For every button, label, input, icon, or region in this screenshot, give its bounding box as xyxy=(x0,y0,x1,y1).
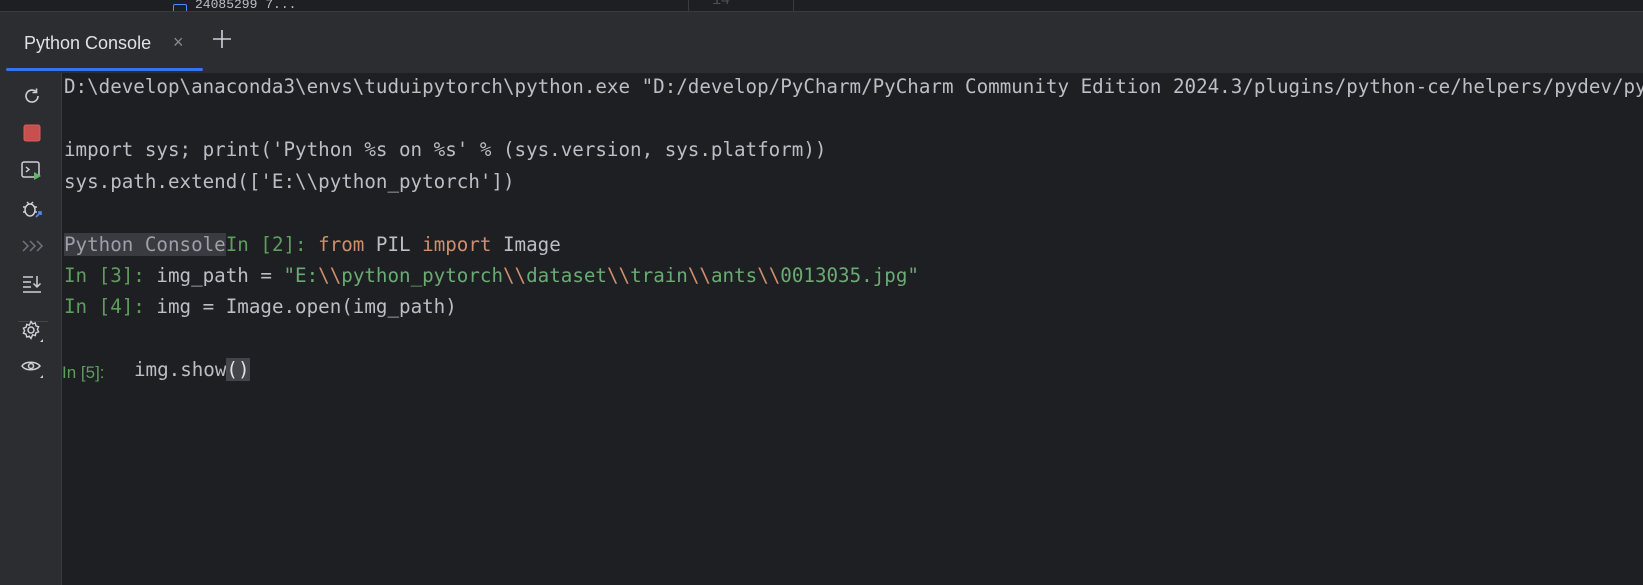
escape-seq: \\ xyxy=(687,264,711,287)
keyword-import: import xyxy=(422,233,492,256)
console-line-import-sys: import sys; print('Python %s on %s' % (s… xyxy=(64,138,827,161)
console-output[interactable]: D:\develop\anaconda3\envs\tuduipytorch\p… xyxy=(62,73,1643,585)
string-part: "E: xyxy=(283,264,319,287)
tool-window-tab-bar: Python Console × xyxy=(0,11,1643,73)
prompt-in4: In [4]: xyxy=(64,295,157,318)
prompt-in2: In [2]: xyxy=(225,233,319,256)
input-prompt: In [5]: xyxy=(62,363,105,382)
active-tab-indicator xyxy=(6,68,203,71)
escape-seq: \\ xyxy=(318,264,342,287)
string-part: 0013035.jpg" xyxy=(780,264,919,287)
variables-view-icon[interactable] xyxy=(18,353,46,381)
close-tab-icon[interactable]: × xyxy=(173,32,184,53)
line-number: 14 xyxy=(712,0,731,9)
tab-label: Python Console xyxy=(24,33,152,53)
execute-history-icon[interactable] xyxy=(18,232,46,260)
escape-seq: \\ xyxy=(757,264,781,287)
string-part: ants xyxy=(710,264,758,287)
matched-parens: () xyxy=(226,358,250,381)
console-line-in2: Python ConsoleIn [2]: from PIL import Im… xyxy=(64,232,561,258)
escape-seq: \\ xyxy=(606,264,631,287)
module-name: PIL xyxy=(364,233,423,256)
string-part: train xyxy=(630,264,688,287)
console-line-in3: In [3]: img_path = "E:\\python_pytorch\\… xyxy=(64,263,919,289)
console-toolbar xyxy=(0,73,62,585)
rerun-icon[interactable] xyxy=(18,82,46,110)
console-line-command: D:\develop\anaconda3\envs\tuduipytorch\p… xyxy=(64,75,1643,98)
new-console-icon[interactable] xyxy=(18,157,46,185)
editor-top-strip: 24085299 7... 14 xyxy=(0,0,1643,11)
gutter-divider xyxy=(793,0,794,11)
keyword-from: from xyxy=(318,233,365,256)
scroll-to-end-icon[interactable] xyxy=(18,269,46,297)
add-tab-icon[interactable] xyxy=(211,28,233,50)
python-console-label: Python Console xyxy=(64,233,226,256)
input-code-text: img.show xyxy=(134,358,227,381)
prompt-in3: In [3]: xyxy=(64,264,157,287)
settings-icon[interactable] xyxy=(18,317,46,345)
file-name-text: 24085299 7... xyxy=(195,0,297,11)
string-part: dataset xyxy=(526,264,607,287)
assignment-code: img_path = xyxy=(156,264,284,287)
attach-debugger-icon[interactable] xyxy=(18,195,46,223)
imported-name: Image xyxy=(491,233,561,256)
pane-divider xyxy=(688,0,689,11)
console-input-field[interactable]: img.show() xyxy=(134,357,250,383)
tab-python-console[interactable]: Python Console × xyxy=(6,12,203,73)
string-part: python_pytorch xyxy=(341,264,503,287)
escape-seq: \\ xyxy=(503,264,527,287)
console-line-in4: In [4]: img = Image.open(img_path) xyxy=(64,294,457,320)
console-line-sys-path: sys.path.extend(['E:\\python_pytorch']) xyxy=(64,170,515,193)
file-icon xyxy=(173,4,187,11)
open-image-code: img = Image.open(img_path) xyxy=(156,295,457,318)
stop-icon[interactable] xyxy=(18,119,46,147)
